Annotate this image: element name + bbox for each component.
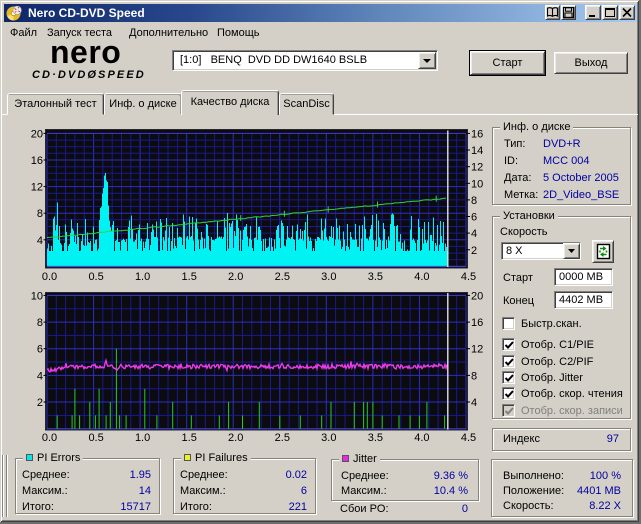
svg-text:10: 10 (31, 290, 43, 302)
svg-text:4: 4 (471, 397, 477, 409)
svg-text:3.0: 3.0 (321, 271, 336, 283)
svg-text:6: 6 (37, 344, 43, 356)
svg-text:3.5: 3.5 (368, 271, 383, 283)
svg-text:14: 14 (471, 145, 483, 157)
svg-text:1.5: 1.5 (182, 432, 197, 444)
svg-text:1.0: 1.0 (135, 271, 150, 283)
svg-text:2: 2 (471, 245, 477, 257)
svg-text:4.5: 4.5 (461, 271, 476, 283)
svg-text:4.0: 4.0 (414, 432, 429, 444)
svg-text:3.5: 3.5 (368, 432, 383, 444)
svg-text:4.0: 4.0 (414, 271, 429, 283)
svg-text:6: 6 (471, 212, 477, 224)
svg-text:8: 8 (37, 317, 43, 329)
svg-text:2: 2 (37, 397, 43, 409)
svg-text:0.0: 0.0 (42, 271, 57, 283)
svg-text:8: 8 (471, 370, 477, 382)
svg-text:4: 4 (37, 235, 43, 247)
svg-text:2.5: 2.5 (275, 271, 290, 283)
svg-text:8: 8 (471, 195, 477, 207)
svg-text:8: 8 (37, 208, 43, 220)
svg-text:12: 12 (31, 182, 43, 194)
svg-text:4: 4 (471, 228, 477, 240)
svg-text:0.5: 0.5 (88, 432, 103, 444)
svg-text:12: 12 (471, 162, 483, 174)
svg-text:20: 20 (31, 128, 43, 140)
svg-text:12: 12 (471, 344, 483, 356)
svg-text:10: 10 (471, 178, 483, 190)
svg-text:4.5: 4.5 (461, 432, 476, 444)
svg-text:16: 16 (471, 128, 483, 140)
svg-text:2.5: 2.5 (275, 432, 290, 444)
svg-text:0.5: 0.5 (88, 271, 103, 283)
svg-text:2.0: 2.0 (228, 432, 243, 444)
svg-text:0.0: 0.0 (42, 432, 57, 444)
svg-text:16: 16 (471, 317, 483, 329)
svg-text:3.0: 3.0 (321, 432, 336, 444)
svg-text:1.5: 1.5 (182, 271, 197, 283)
svg-text:4: 4 (37, 370, 43, 382)
svg-text:1.0: 1.0 (135, 432, 150, 444)
svg-text:20: 20 (471, 290, 483, 302)
svg-text:16: 16 (31, 155, 43, 167)
svg-text:2.0: 2.0 (228, 271, 243, 283)
